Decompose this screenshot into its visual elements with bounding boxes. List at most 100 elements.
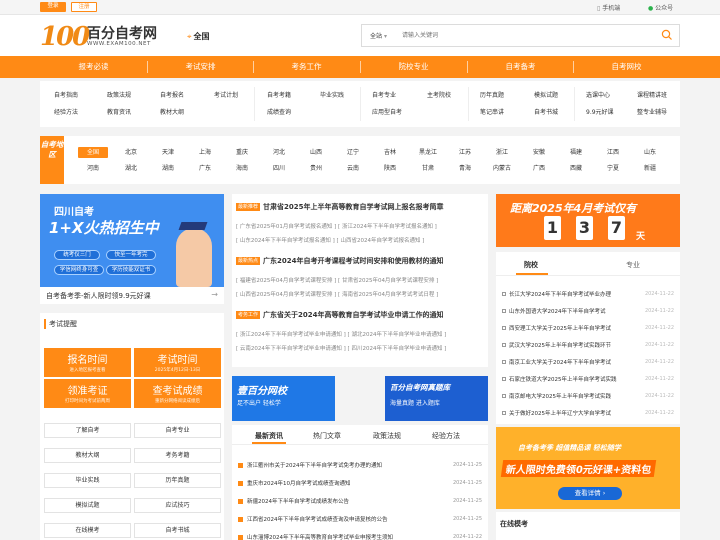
news-sublink-row[interactable]: [ 浙江2024年下半年自学考试毕业申请通知 ] [ 湖北2024年下半年自学毕… — [236, 330, 446, 338]
exam-time-button[interactable]: 考试时间 2025年4月12日-13日 — [134, 348, 221, 377]
region-link[interactable]: 广东 — [190, 163, 220, 174]
news-list-item[interactable]: 浙江衢州市关于2024年下半年自学考试免考办理的通知 — [238, 461, 382, 469]
region-link[interactable]: 江苏 — [450, 147, 480, 158]
quick-link[interactable]: 应试技巧 — [134, 498, 221, 513]
quick-link[interactable]: 教材大纲 — [44, 448, 131, 463]
nav-item[interactable]: 自考备考 — [467, 56, 574, 78]
sub-nav-link[interactable]: 课程精讲班 — [637, 90, 667, 99]
region-link[interactable]: 安徽 — [524, 147, 554, 158]
region-link[interactable]: 云南 — [338, 163, 368, 174]
sub-nav-link[interactable]: 9.9元好课 — [586, 107, 614, 116]
search-scope-select[interactable]: 全站 ▾ — [370, 31, 387, 40]
region-link[interactable]: 全国 — [78, 147, 108, 158]
sub-nav-link[interactable]: 整专业辅导 — [637, 107, 667, 116]
region-link[interactable]: 江西 — [598, 147, 628, 158]
school-list-item[interactable]: 山东外国语大学2024年下半年自学考试 — [502, 307, 642, 315]
news-sublink-row[interactable]: [ 云南2024年下半年自学考试毕业申请通知 ] [ 四川2024年下半年自学毕… — [236, 344, 446, 352]
region-link[interactable]: 吉林 — [375, 147, 405, 158]
region-link[interactable]: 福建 — [561, 147, 591, 158]
news-sublink-row[interactable]: [ 广东省2025年01月自学考试报名通知 ] [ 浙江2024年下半年自学考试… — [236, 222, 437, 230]
sub-nav-link[interactable]: 自考专业 — [372, 90, 396, 99]
sub-nav-link[interactable]: 历年真题 — [480, 90, 504, 99]
region-link[interactable]: 陕西 — [375, 163, 405, 174]
quick-link[interactable]: 了解自考 — [44, 423, 131, 438]
sub-nav-link[interactable]: 自考报名 — [160, 90, 184, 99]
sub-nav-link[interactable]: 笔记串讲 — [480, 107, 504, 116]
wechat-link[interactable]: ● 公众号 — [648, 3, 673, 12]
sub-nav-link[interactable]: 模拟试题 — [534, 90, 558, 99]
quick-link[interactable]: 在线模考 — [44, 523, 131, 538]
region-link[interactable]: 甘肃 — [413, 163, 443, 174]
news-sublink-row[interactable]: [ 山东2024年下半年自学考试报名通知 ] [ 山西省2024年自学考试报名通… — [236, 236, 424, 244]
sub-nav-link[interactable]: 教材大纲 — [160, 107, 184, 116]
quick-link[interactable]: 历年真题 — [134, 473, 221, 488]
region-link[interactable]: 山东 — [635, 147, 665, 158]
sub-nav-link[interactable]: 应用型自考 — [372, 107, 402, 116]
question-bank-promo[interactable]: 百分自考网真题库 海量真题 进入题库 — [385, 376, 488, 421]
region-link[interactable]: 山西 — [301, 147, 331, 158]
news-sublink-row[interactable]: [ 山西省2025年04月自学考试课程安排 ] [ 海南省2025年04月自学考… — [236, 290, 438, 298]
news-sublink-row[interactable]: [ 福建省2025年04月自学考试课程安排 ] [ 甘肃省2025年04月自学考… — [236, 276, 438, 284]
score-query-button[interactable]: 查考试成绩 重新分网络阅读成绩后 — [134, 379, 221, 408]
school-list-item[interactable]: 南京邮电大学2025年上半年自学考试实践 — [502, 392, 642, 400]
nav-item[interactable]: 考务工作 — [253, 56, 360, 78]
region-link[interactable]: 宁夏 — [598, 163, 628, 174]
region-link[interactable]: 河北 — [264, 147, 294, 158]
school-list-item[interactable]: 西安理工大学关于2025年上半年自学考试 — [502, 324, 642, 332]
search-input[interactable] — [402, 28, 642, 43]
region-link[interactable]: 青海 — [450, 163, 480, 174]
login-button[interactable]: 登录 — [40, 2, 66, 12]
region-link[interactable]: 海南 — [227, 163, 257, 174]
region-link[interactable]: 广西 — [524, 163, 554, 174]
tab-latest-news[interactable]: 最新资讯 — [255, 431, 283, 441]
register-button[interactable]: 注册 — [71, 2, 97, 12]
quick-link[interactable]: 考务考籍 — [134, 448, 221, 463]
search-icon[interactable] — [661, 29, 673, 41]
nav-item[interactable]: 院校专业 — [360, 56, 467, 78]
location-selector[interactable]: ⌖ 全国 — [187, 31, 210, 42]
view-details-button[interactable]: 查看详情 › — [558, 487, 622, 500]
news-headline[interactable]: 最新热点 广东2024年自考开考课程考试时间安排和使用教材的通知 — [236, 256, 444, 266]
news-list-item[interactable]: 山东淄博2024年下半年高等教育自学考试毕业申报考生须知 — [238, 533, 393, 540]
nav-item[interactable]: 报考必读 — [40, 56, 147, 78]
sichuan-banner[interactable]: 四川自考 1+X火热招生中 统考仅三门 快至一年考完 学信网终身可查 学历技能双… — [40, 194, 224, 287]
region-link[interactable]: 湖南 — [153, 163, 183, 174]
news-list-item[interactable]: 重庆市2024年10月自学考试成绩查询通知 — [238, 479, 351, 487]
nav-item[interactable]: 自考网校 — [573, 56, 680, 78]
nav-item[interactable]: 考试安排 — [147, 56, 254, 78]
registration-time-button[interactable]: 报名时间 进入地区报考查看 — [44, 348, 131, 377]
sub-nav-link[interactable]: 政策法规 — [107, 90, 131, 99]
school-list-item[interactable]: 关于做好2025年上半年辽宁大学自学考试 — [502, 409, 642, 417]
school-list-item[interactable]: 武汉大学2025年上半年自学考试实践环节 — [502, 341, 642, 349]
online-school-promo[interactable]: 壹百分网校 足不出户 轻松学 — [232, 376, 335, 421]
tab-majors[interactable]: 专业 — [626, 260, 640, 270]
region-link[interactable]: 内蒙古 — [487, 163, 517, 174]
news-headline[interactable]: 考务工作 广东省关于2024年高等教育自学考试毕业申请工作的通知 — [236, 310, 444, 320]
school-list-item[interactable]: 长江大学2024年下半年自学考试毕业办理 — [502, 290, 642, 298]
free-course-promo[interactable]: 自考备考季 超值精品课 轻松随学 新人限时免费领0元好课+资料包 查看详情 › — [496, 427, 680, 509]
region-link[interactable]: 河南 — [78, 163, 108, 174]
region-link[interactable]: 黑龙江 — [413, 147, 443, 158]
sub-nav-link[interactable]: 毕业实践 — [320, 90, 344, 99]
quick-link[interactable]: 自考书城 — [134, 523, 221, 538]
tab-policy[interactable]: 政策法规 — [373, 431, 401, 441]
admission-ticket-button[interactable]: 领准考证 打印时间为考试前两周 — [44, 379, 131, 408]
tab-methods[interactable]: 经验方法 — [432, 431, 460, 441]
sub-nav-link[interactable]: 成绩查询 — [267, 107, 291, 116]
mobile-link[interactable]: ▯ 手机端 — [597, 3, 620, 12]
region-link[interactable]: 北京 — [116, 147, 146, 158]
school-list-item[interactable]: 石家庄铁道大学2025年上半年自学考试实践 — [502, 375, 642, 383]
tab-popular[interactable]: 热门文章 — [313, 431, 341, 441]
banner-caption[interactable]: 自考备考季-新人限时领9.9元好课 → — [40, 287, 224, 304]
region-link[interactable]: 浙江 — [487, 147, 517, 158]
sub-nav-link[interactable]: 自考指南 — [54, 90, 78, 99]
region-link[interactable]: 辽宁 — [338, 147, 368, 158]
sub-nav-link[interactable]: 自考书城 — [534, 107, 558, 116]
school-list-item[interactable]: 南京工业大学关于2024年下半年自学考试 — [502, 358, 642, 366]
region-link[interactable]: 四川 — [264, 163, 294, 174]
quick-link[interactable]: 模拟试题 — [44, 498, 131, 513]
sub-nav-link[interactable]: 自考考籍 — [267, 90, 291, 99]
quick-link[interactable]: 自考专业 — [134, 423, 221, 438]
region-link[interactable]: 新疆 — [635, 163, 665, 174]
sub-nav-link[interactable]: 主考院校 — [427, 90, 451, 99]
